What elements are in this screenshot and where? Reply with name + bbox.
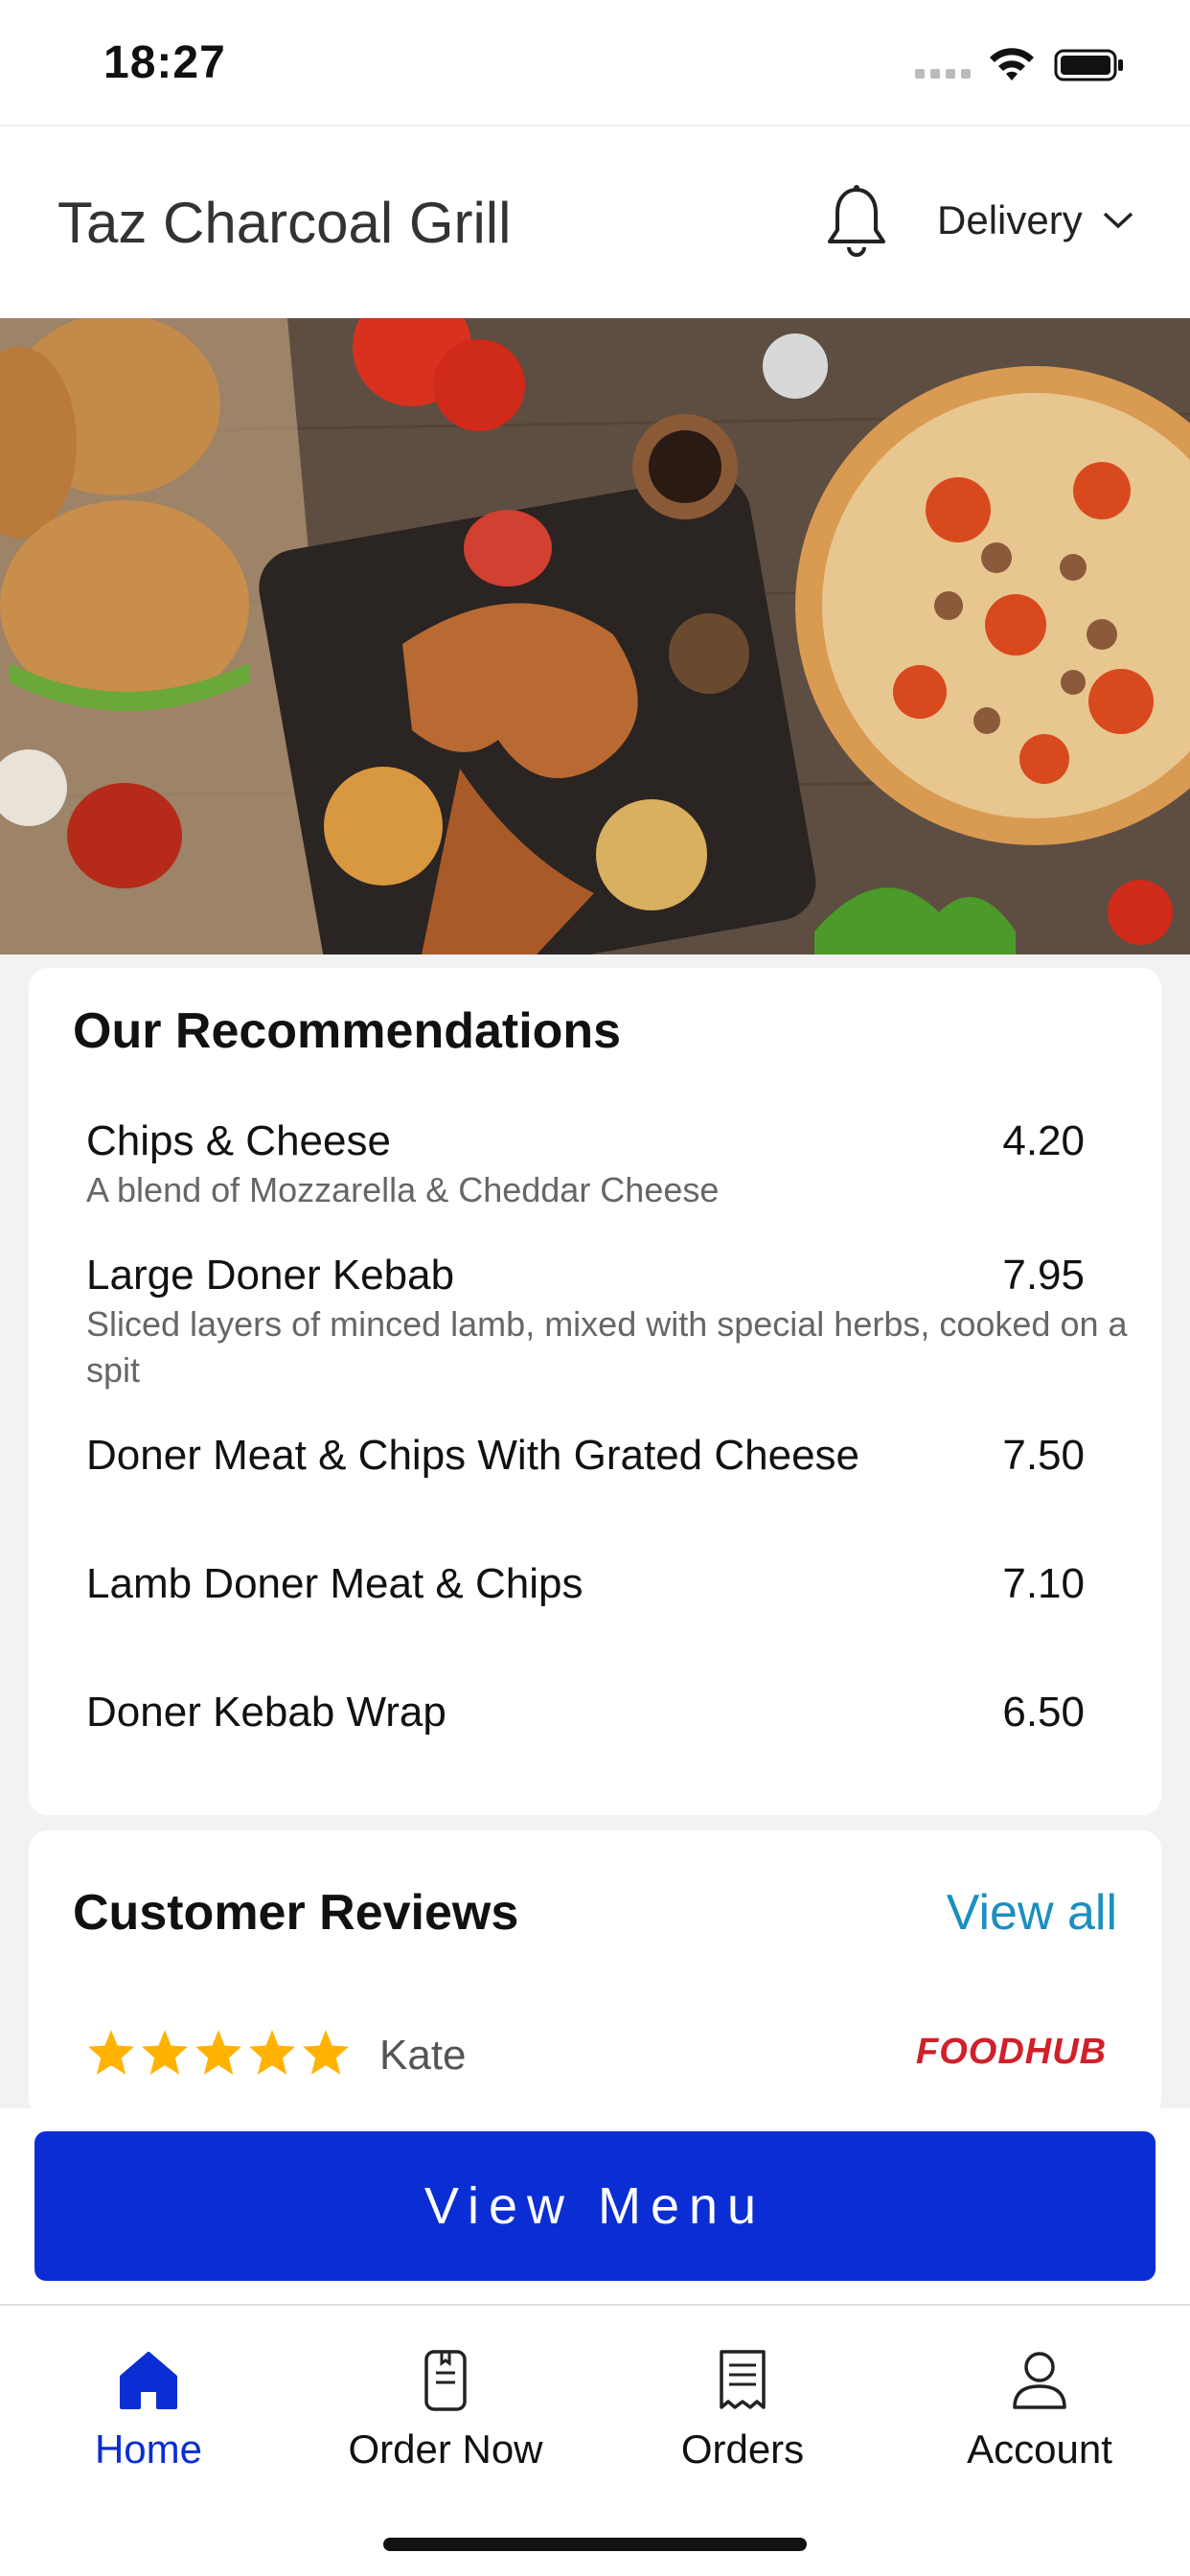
tab-order-now[interactable]: Order Now <box>297 2348 594 2472</box>
star-icon <box>142 2030 188 2075</box>
user-icon <box>1013 2352 1066 2409</box>
delivery-mode-label: Delivery <box>937 197 1083 242</box>
recommendations-card: Our Recommendations Chips & Cheese 4.20 … <box>29 968 1161 1815</box>
home-icon <box>120 2352 177 2409</box>
recommendation-item[interactable]: Doner Kebab Wrap 6.50 <box>86 1689 1142 1765</box>
item-price: 4.20 <box>1002 1117 1085 1164</box>
reviews-title: Customer Reviews <box>73 1885 519 1941</box>
item-description: A blend of Mozzarella & Cheddar Cheese <box>86 1170 720 1209</box>
tab-label: Home <box>94 2426 203 2472</box>
signal-icon <box>915 69 971 79</box>
bottom-panel: View Menu Home Order Now Orders Account <box>0 2108 1190 2576</box>
tab-orders[interactable]: Orders <box>594 2348 891 2472</box>
reviews-card: Customer Reviews View all Kate FOODHUB <box>29 1830 1161 2118</box>
chevron-down-icon <box>1103 212 1133 229</box>
item-name: Doner Kebab Wrap <box>86 1689 446 1736</box>
item-description: Sliced layers of minced lamb, mixed with… <box>86 1304 1128 1390</box>
star-icon <box>303 2030 349 2075</box>
item-name: Large Doner Kebab <box>86 1252 455 1299</box>
store-name: Taz Charcoal Grill <box>57 191 512 255</box>
recommendation-item[interactable]: Large Doner Kebab 7.95 Sliced layers of … <box>86 1252 1142 1395</box>
delivery-mode-select[interactable]: Delivery <box>937 197 1134 243</box>
status-time: 18:27 <box>103 37 226 88</box>
status-bar: 18:27 <box>0 0 1190 125</box>
wifi-icon <box>990 48 1034 80</box>
tab-account[interactable]: Account <box>891 2348 1188 2472</box>
item-price: 7.10 <box>1002 1560 1085 1607</box>
order-icon <box>424 2350 467 2411</box>
recommendation-item[interactable]: Chips & Cheese 4.20 A blend of Mozzarell… <box>86 1117 1142 1232</box>
receipt-icon <box>720 2350 766 2409</box>
home-indicator <box>383 2538 807 2551</box>
food-photo-icon <box>0 318 1190 954</box>
item-name: Lamb Doner Meat & Chips <box>86 1560 584 1607</box>
recommendations-title: Our Recommendations <box>73 1003 622 1059</box>
view-menu-button[interactable]: View Menu <box>34 2131 1156 2281</box>
star-icon <box>195 2030 241 2075</box>
star-rating <box>86 2028 351 2076</box>
item-name: Chips & Cheese <box>86 1117 391 1164</box>
app-header: Taz Charcoal Grill Delivery <box>0 126 1190 318</box>
view-all-link[interactable]: View all <box>947 1884 1117 1942</box>
tab-home[interactable]: Home <box>0 2348 297 2472</box>
recommendation-item[interactable]: Doner Meat & Chips With Grated Cheese 7.… <box>86 1432 1142 1508</box>
bell-icon[interactable] <box>822 182 891 263</box>
item-price: 6.50 <box>1002 1689 1085 1736</box>
hero-banner <box>0 318 1190 954</box>
recommendation-item[interactable]: Lamb Doner Meat & Chips 7.10 <box>86 1560 1142 1637</box>
tab-label: Account <box>967 2426 1112 2472</box>
star-icon <box>88 2030 134 2075</box>
item-price: 7.95 <box>1002 1252 1085 1299</box>
review-source-logo: FOODHUB <box>916 2032 1108 2072</box>
reviewer-name: Kate <box>379 2032 467 2079</box>
tab-label: Order Now <box>348 2426 543 2472</box>
star-icon <box>249 2030 295 2075</box>
item-price: 7.50 <box>1002 1432 1085 1479</box>
battery-icon <box>1054 49 1123 81</box>
tab-label: Orders <box>680 2426 805 2472</box>
divider <box>0 2304 1190 2306</box>
item-name: Doner Meat & Chips With Grated Cheese <box>86 1432 860 1479</box>
